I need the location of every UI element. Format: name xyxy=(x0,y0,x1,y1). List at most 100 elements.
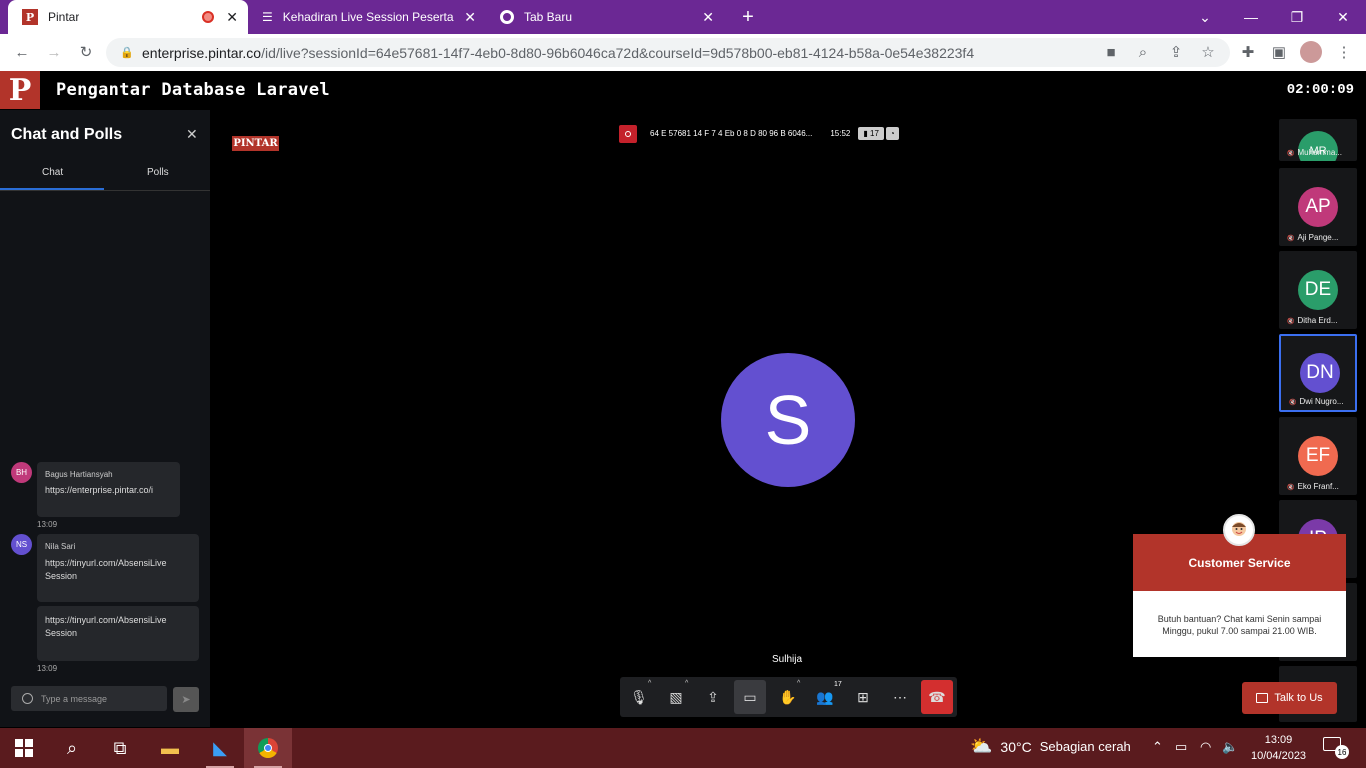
participant-name: Dwi Nugro... xyxy=(1289,397,1355,406)
session-time: 15:52 xyxy=(830,129,851,138)
chevron-up-icon[interactable]: ^ xyxy=(685,680,688,687)
customer-service-popup: Customer Service Butuh bantuan? Chat kam… xyxy=(1133,534,1346,657)
vscode-icon[interactable]: ◣ xyxy=(196,728,244,768)
back-icon[interactable]: ← xyxy=(11,41,33,63)
browser-tab-pintar[interactable]: P Pintar ✕ xyxy=(8,0,248,34)
message-time: 13:09 xyxy=(37,520,58,529)
new-tab-button[interactable]: + xyxy=(725,0,771,34)
bookmark-star-icon[interactable]: ☆ xyxy=(1197,41,1219,63)
url-path: /id/live?sessionId=64e57681-14f7-4eb0-8d… xyxy=(261,44,975,61)
tab-title: Tab Baru xyxy=(524,10,573,24)
record-icon[interactable] xyxy=(619,124,637,143)
battery-icon[interactable]: ▭ xyxy=(1175,739,1187,755)
message-sender: Bagus Hartiansyah xyxy=(45,470,113,479)
avatar: EF xyxy=(1298,436,1338,476)
tab-polls[interactable]: Polls xyxy=(147,167,169,178)
weather-widget[interactable]: ⛅ 30°C Sebagian cerah xyxy=(970,736,1131,757)
participant-name: Eko Franf... xyxy=(1287,482,1353,491)
meeting-controls: 🎙 ^ ▧ ^ ⇪ ▭ ✋ ^ 👥 ⊞ ⋯ ☎ xyxy=(620,677,957,717)
side-panel-icon[interactable]: ▣ xyxy=(1268,41,1290,63)
chevron-up-icon[interactable]: ⌃ xyxy=(1152,739,1163,755)
close-tab-icon[interactable]: ✕ xyxy=(226,9,238,26)
session-timer: 02:00:09 xyxy=(1286,82,1354,98)
camera-icon[interactable]: ■ xyxy=(1100,41,1122,63)
emoji-icon[interactable] xyxy=(22,693,33,704)
support-agent-avatar xyxy=(1223,514,1255,546)
participant-name: Muhamma... xyxy=(1287,148,1353,157)
extensions-icon[interactable]: ✚ xyxy=(1237,41,1259,63)
search-icon[interactable]: ⌕ xyxy=(48,728,96,768)
participant-tile[interactable]: EF Eko Franf... xyxy=(1279,417,1357,495)
system-clock[interactable]: 13:09 10/04/2023 xyxy=(1251,732,1306,764)
chrome-icon xyxy=(500,10,514,24)
wifi-icon[interactable]: ◠ xyxy=(1200,739,1211,755)
windows-start-icon[interactable] xyxy=(0,728,48,768)
browser-toolbar: ← → ↻ 🔒 enterprise.pintar.co/id/live?ses… xyxy=(0,34,1366,71)
restore-button[interactable]: ❐ xyxy=(1274,0,1320,34)
browser-tab-kehadiran[interactable]: ☰ Kehadiran Live Session Peserta D ✕ xyxy=(250,0,486,34)
chat-bubble-icon xyxy=(1256,693,1269,703)
app-header: P Pengantar Database Laravel 02:00:09 xyxy=(0,71,1366,110)
clock-time: 13:09 xyxy=(1264,734,1293,746)
share-icon[interactable]: ⇪ xyxy=(1165,41,1187,63)
notification-icon[interactable]: 16 xyxy=(1323,737,1349,759)
zoom-icon[interactable]: ⌕ xyxy=(1132,41,1154,63)
talk-to-us-label: Talk to Us xyxy=(1274,692,1323,704)
grid-layout-icon[interactable]: ⊞ xyxy=(847,680,879,714)
share-screen-icon[interactable]: ⇪ xyxy=(697,680,729,714)
message-sender: Nila Sari xyxy=(45,542,76,551)
chat-message: Bagus Hartiansyah https://enterprise.pin… xyxy=(37,462,180,517)
volume-icon[interactable]: 🔈 xyxy=(1222,739,1238,755)
address-bar[interactable]: 🔒 enterprise.pintar.co/id/live?sessionId… xyxy=(106,38,1230,67)
message-input[interactable]: Type a message xyxy=(11,686,167,711)
close-tab-icon[interactable]: ✕ xyxy=(702,9,714,26)
profile-avatar[interactable] xyxy=(1300,41,1322,63)
task-view-icon[interactable]: ⧉ xyxy=(96,728,144,768)
chat-message: https://tinyurl.com/AbsensiLive Session xyxy=(37,606,199,661)
close-tab-icon[interactable]: ✕ xyxy=(464,9,476,26)
participant-tile[interactable]: DE Ditha Erd... xyxy=(1279,251,1357,329)
menu-icon[interactable]: ⋮ xyxy=(1333,41,1355,63)
minimize-button[interactable]: — xyxy=(1228,0,1274,34)
participant-tile-active[interactable]: DN Dwi Nugro... xyxy=(1279,334,1357,412)
participant-count: 17 xyxy=(870,129,879,138)
message-time: 13:09 xyxy=(37,664,58,673)
avatar: AP xyxy=(1298,187,1338,227)
file-explorer-icon[interactable]: ▬ xyxy=(146,728,194,768)
participant-tile[interactable]: MR Muhamma... xyxy=(1279,119,1357,161)
participant-name: Ditha Erd... xyxy=(1287,316,1353,325)
participants-badge: 17 xyxy=(834,681,842,688)
tab-search-icon[interactable]: ⌄ xyxy=(1182,0,1228,34)
chat-icon[interactable]: ▭ xyxy=(734,680,766,714)
chrome-icon[interactable] xyxy=(244,728,292,768)
weather-text: Sebagian cerah xyxy=(1039,739,1131,754)
session-id: 64 E 57681 14 F 7 4 Eb 0 8 D 80 96 B 604… xyxy=(650,129,813,138)
pintar-favicon: P xyxy=(22,9,38,25)
participant-tile[interactable]: AP Aji Pange... xyxy=(1279,168,1357,246)
avatar: NS xyxy=(11,534,32,555)
tab-chat[interactable]: Chat xyxy=(42,167,63,178)
windows-taskbar: ⌕ ⧉ ▬ ◣ ⛅ 30°C Sebagian cerah ⌃ ▭ ◠ 🔈 13… xyxy=(0,728,1366,768)
browser-tab-new[interactable]: Tab Baru ✕ xyxy=(488,0,724,34)
end-call-icon[interactable]: ☎ xyxy=(921,680,953,714)
message-text[interactable]: https://tinyurl.com/AbsensiLive Session xyxy=(45,614,191,640)
chevron-up-icon[interactable]: ^ xyxy=(648,680,651,687)
close-icon[interactable]: ✕ xyxy=(186,126,198,143)
stats-icon[interactable]: ◔ xyxy=(885,127,899,140)
main-speaker-avatar: S xyxy=(721,353,855,487)
reload-icon[interactable]: ↻ xyxy=(75,41,97,63)
more-options-icon[interactable]: ⋯ xyxy=(884,680,916,714)
divider xyxy=(0,190,210,191)
message-text[interactable]: https://tinyurl.com/AbsensiLive Session xyxy=(45,557,191,583)
chevron-up-icon[interactable]: ^ xyxy=(797,680,800,687)
send-button[interactable]: ➤ xyxy=(173,687,199,712)
partly-sunny-icon: ⛅ xyxy=(970,736,993,756)
talk-to-us-button[interactable]: Talk to Us xyxy=(1242,682,1337,714)
close-window-button[interactable]: ✕ xyxy=(1320,0,1366,34)
forward-icon[interactable]: → xyxy=(43,41,65,63)
chat-panel: Chat and Polls ✕ Chat Polls BH Bagus Har… xyxy=(0,110,210,727)
pintar-logo[interactable]: P xyxy=(0,71,40,109)
participant-count-badge[interactable]: ▮ 17 xyxy=(858,127,884,140)
session-info-bar: 64 E 57681 14 F 7 4 Eb 0 8 D 80 96 B 604… xyxy=(619,124,899,143)
message-text[interactable]: https://enterprise.pintar.co/i xyxy=(45,485,172,495)
